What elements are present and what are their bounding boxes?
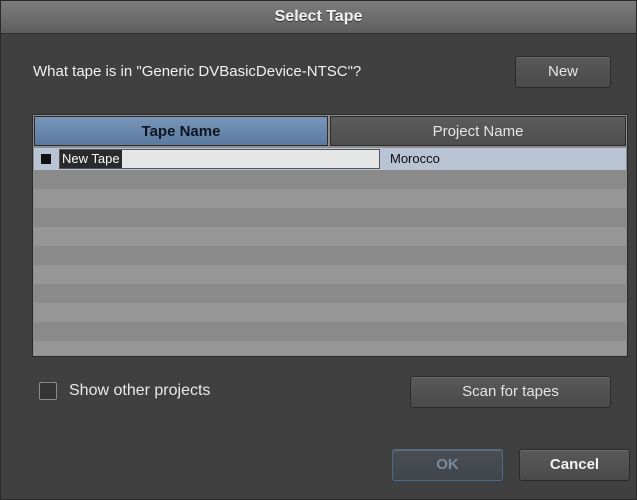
tape-prompt: What tape is in "Generic DVBasicDevice-N… — [33, 63, 362, 80]
cancel-button[interactable]: Cancel — [519, 449, 630, 481]
project-name-cell: Morocco — [390, 151, 440, 166]
ok-button[interactable]: OK — [392, 449, 503, 481]
table-row-empty — [34, 322, 626, 341]
table-row-empty — [34, 341, 626, 355]
table-row-empty — [34, 265, 626, 284]
new-tape-button[interactable]: New — [515, 56, 611, 88]
table-row-empty — [34, 189, 626, 208]
show-other-projects-checkbox[interactable] — [39, 382, 57, 400]
tape-list: New Tape Morocco — [34, 148, 626, 355]
tape-name-value: New Tape — [60, 150, 122, 168]
table-row-empty — [34, 284, 626, 303]
table-row-empty — [34, 246, 626, 265]
table-row-empty — [34, 170, 626, 189]
column-header-tape-name[interactable]: Tape Name — [34, 116, 328, 146]
show-other-projects-label[interactable]: Show other projects — [69, 382, 210, 400]
table-row[interactable]: New Tape Morocco — [34, 148, 626, 170]
table-row-empty — [34, 208, 626, 227]
column-header-project-name[interactable]: Project Name — [330, 116, 626, 146]
tape-table: Tape Name Project Name New Tape Morocco — [32, 114, 628, 357]
table-row-empty — [34, 303, 626, 322]
table-row-empty — [34, 227, 626, 246]
row-marker-icon — [41, 154, 51, 164]
dialog-title: Select Tape — [1, 1, 636, 34]
tape-name-input[interactable]: New Tape — [59, 149, 380, 169]
select-tape-dialog: Select Tape What tape is in "Generic DVB… — [0, 0, 637, 500]
scan-for-tapes-button[interactable]: Scan for tapes — [410, 376, 611, 408]
